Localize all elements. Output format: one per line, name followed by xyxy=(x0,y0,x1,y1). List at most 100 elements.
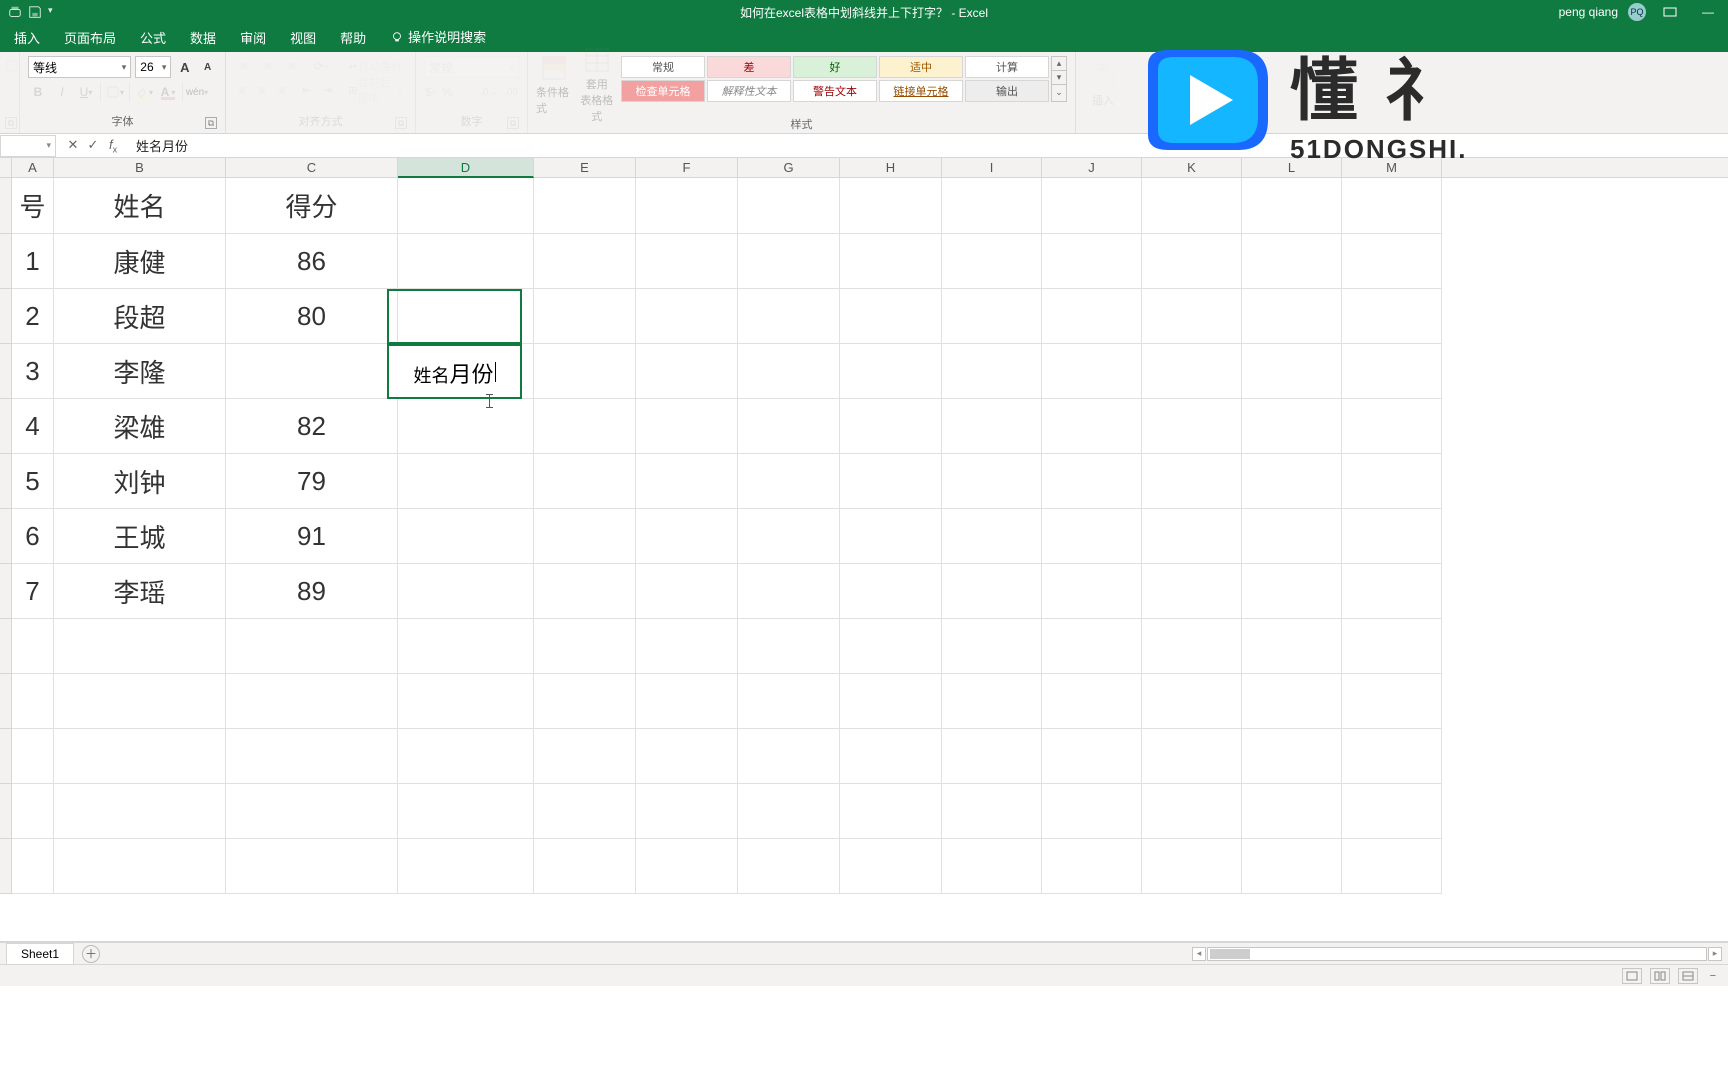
cell[interactable] xyxy=(1142,839,1242,894)
cell[interactable] xyxy=(1042,399,1142,454)
scroll-track[interactable] xyxy=(1207,947,1707,961)
cell[interactable]: 梁雄 xyxy=(54,399,226,454)
scroll-thumb[interactable] xyxy=(1210,949,1250,959)
cell[interactable] xyxy=(1142,454,1242,509)
cell[interactable] xyxy=(398,454,534,509)
cell[interactable] xyxy=(398,839,534,894)
cell[interactable] xyxy=(942,729,1042,784)
user-avatar[interactable]: PQ xyxy=(1628,3,1646,21)
cell[interactable] xyxy=(54,619,226,674)
percent-button[interactable]: % xyxy=(441,82,454,102)
decrease-decimal-button[interactable]: .00 xyxy=(503,82,519,102)
cell[interactable] xyxy=(534,564,636,619)
paste-button[interactable] xyxy=(2,56,22,76)
cell[interactable] xyxy=(534,344,636,399)
cell[interactable] xyxy=(54,839,226,894)
styles-gallery-scroll[interactable]: ▴ ▾ ⌄ xyxy=(1051,56,1067,102)
accounting-format-button[interactable]: $▾ xyxy=(424,82,437,102)
cell[interactable] xyxy=(840,619,942,674)
cell[interactable] xyxy=(942,619,1042,674)
cell[interactable] xyxy=(12,674,54,729)
style-explanatory[interactable]: 解释性文本 xyxy=(707,80,791,102)
cell[interactable] xyxy=(226,839,398,894)
cell[interactable] xyxy=(534,289,636,344)
cell[interactable] xyxy=(1242,619,1342,674)
column-header-D[interactable]: D xyxy=(398,158,534,178)
cell[interactable] xyxy=(636,729,738,784)
user-name[interactable]: peng qiang xyxy=(1559,5,1618,19)
tell-me-search[interactable]: 操作说明搜索 xyxy=(380,21,496,52)
font-size-select[interactable]: 26▾ xyxy=(135,56,171,78)
style-warning[interactable]: 警告文本 xyxy=(793,80,877,102)
style-normal[interactable]: 常规 xyxy=(621,56,705,78)
column-header-A[interactable]: A xyxy=(12,158,54,177)
cell[interactable]: 4 xyxy=(12,399,54,454)
select-all-corner[interactable] xyxy=(0,158,12,177)
cell[interactable] xyxy=(1042,564,1142,619)
cell[interactable] xyxy=(840,839,942,894)
scroll-up-icon[interactable]: ▴ xyxy=(1052,57,1066,71)
cell[interactable] xyxy=(1042,234,1142,289)
number-format-select[interactable]: 常规▾ xyxy=(424,56,519,78)
cell[interactable] xyxy=(840,564,942,619)
column-header-B[interactable]: B xyxy=(54,158,226,177)
cell[interactable] xyxy=(942,784,1042,839)
cell[interactable] xyxy=(1242,399,1342,454)
cell[interactable]: 王城 xyxy=(54,509,226,564)
cell[interactable] xyxy=(54,674,226,729)
cell[interactable] xyxy=(1142,178,1242,234)
cell[interactable] xyxy=(738,729,840,784)
column-header-M[interactable]: M xyxy=(1342,158,1442,177)
cell[interactable] xyxy=(534,839,636,894)
tab-view[interactable]: 视图 xyxy=(280,22,326,52)
column-header-J[interactable]: J xyxy=(1042,158,1142,177)
cell[interactable]: 李隆 xyxy=(54,344,226,399)
cell[interactable] xyxy=(636,178,738,234)
cell[interactable] xyxy=(738,674,840,729)
border-button[interactable]: ▾ xyxy=(105,82,125,102)
ribbon-display-icon[interactable] xyxy=(1656,3,1684,21)
cell[interactable] xyxy=(1342,784,1442,839)
row-header[interactable] xyxy=(0,564,12,619)
increase-indent-button[interactable]: ⇥ xyxy=(319,80,335,100)
cell[interactable] xyxy=(1042,619,1142,674)
cell[interactable]: 得分 xyxy=(226,178,398,234)
align-left-button[interactable]: ≡ xyxy=(234,80,250,100)
qat-dropdown-icon[interactable]: ▾ xyxy=(48,5,62,19)
decrease-indent-button[interactable]: ⇤ xyxy=(299,80,315,100)
cell[interactable] xyxy=(398,178,534,234)
cell[interactable]: 2 xyxy=(12,289,54,344)
row-header[interactable] xyxy=(0,729,12,784)
cell[interactable]: 刘钟 xyxy=(54,454,226,509)
cell[interactable] xyxy=(534,784,636,839)
cell[interactable]: 1 xyxy=(12,234,54,289)
cell[interactable] xyxy=(1342,839,1442,894)
cell[interactable] xyxy=(738,289,840,344)
row-header[interactable] xyxy=(0,674,12,729)
cell[interactable] xyxy=(738,454,840,509)
cell[interactable]: 79 xyxy=(226,454,398,509)
cell[interactable] xyxy=(636,784,738,839)
cell[interactable] xyxy=(1242,564,1342,619)
row-header[interactable] xyxy=(0,619,12,674)
column-header-E[interactable]: E xyxy=(534,158,636,177)
cell[interactable] xyxy=(226,674,398,729)
cell[interactable] xyxy=(1142,399,1242,454)
style-neutral[interactable]: 适中 xyxy=(879,56,963,78)
sheet-tab-active[interactable]: Sheet1 xyxy=(6,943,74,964)
cell[interactable] xyxy=(1142,344,1242,399)
cell[interactable] xyxy=(534,399,636,454)
cancel-edit-button[interactable]: ✕ xyxy=(64,137,82,155)
cell[interactable] xyxy=(398,784,534,839)
cell[interactable] xyxy=(398,619,534,674)
cell[interactable] xyxy=(1142,509,1242,564)
cell[interactable] xyxy=(1242,289,1342,344)
font-name-select[interactable]: 等线▾ xyxy=(28,56,131,78)
cell[interactable] xyxy=(534,619,636,674)
align-middle-button[interactable]: ≡ xyxy=(258,56,278,76)
cell[interactable] xyxy=(1242,729,1342,784)
cell[interactable] xyxy=(534,509,636,564)
cell[interactable]: 姓名 xyxy=(54,178,226,234)
cell[interactable] xyxy=(1042,454,1142,509)
cell[interactable] xyxy=(1142,564,1242,619)
